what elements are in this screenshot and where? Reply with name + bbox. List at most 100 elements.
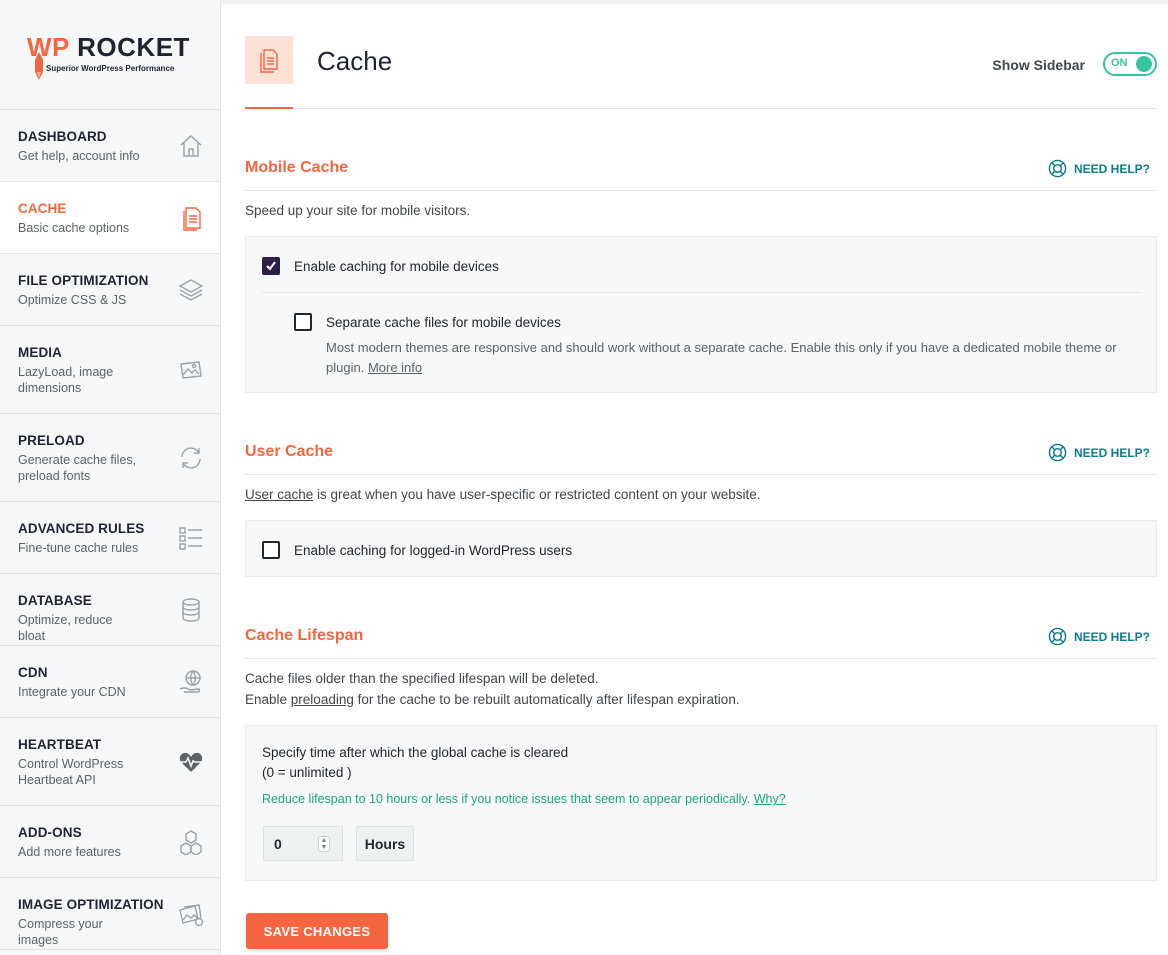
need-help-label: NEED HELP? xyxy=(1073,445,1150,460)
sidebar-item-subtitle: Add more features xyxy=(18,845,121,859)
user-cache-header: User Cache NEED HELP? xyxy=(245,439,1157,475)
sidebar-item-subtitle: Compress your images xyxy=(18,917,103,947)
sidebar: WP ROCKET Superior WordPress Performance… xyxy=(0,0,221,955)
sidebar-item-heartbeat[interactable]: HEARTBEAT Control WordPress Heartbeat AP… xyxy=(0,718,220,806)
user-cache-link[interactable]: User cache xyxy=(245,487,313,502)
separate-cache-help-text: Most modern themes are responsive and sh… xyxy=(326,340,1117,375)
lifespan-desc-pre: Enable xyxy=(245,692,291,707)
header-icon-underline xyxy=(245,107,293,109)
sidebar-item-preload[interactable]: PRELOAD Generate cache files, preload fo… xyxy=(0,414,220,502)
need-help-label: NEED HELP? xyxy=(1073,629,1150,644)
sidebar-item-title: DATABASE xyxy=(18,593,92,608)
user-cache-desc-text: is great when you have user-specific or … xyxy=(313,487,761,502)
lifespan-number-input[interactable]: 0 ▲ ▼ xyxy=(263,826,343,861)
enable-mobile-cache-option[interactable]: Enable caching for mobile devices xyxy=(262,257,499,275)
enable-user-cache-option[interactable]: Enable caching for logged-in WordPress u… xyxy=(262,541,572,559)
rocket-icon xyxy=(35,52,43,80)
lifespan-desc-line2: Enable preloading for the cache to be re… xyxy=(245,689,740,710)
lifespan-desc-post: for the cache to be rebuilt automaticall… xyxy=(353,692,740,707)
database-icon xyxy=(178,597,204,623)
separate-mobile-cache-checkbox[interactable] xyxy=(294,313,312,331)
home-icon xyxy=(178,133,204,159)
preloading-link[interactable]: preloading xyxy=(291,692,354,707)
images-icon xyxy=(178,901,204,927)
sidebar-item-subtitle: Optimize, reduce bloat xyxy=(18,613,113,643)
separate-mobile-cache-label: Separate cache files for mobile devices xyxy=(326,314,561,330)
refresh-icon xyxy=(178,445,204,471)
sidebar-item-add-ons[interactable]: ADD-ONS Add more features xyxy=(0,806,220,878)
mobile-cache-panel: Enable caching for mobile devices Separa… xyxy=(245,236,1157,393)
sidebar-item-cache[interactable]: CACHE Basic cache options xyxy=(0,182,220,254)
section-title: User Cache xyxy=(245,443,334,460)
separate-mobile-cache-description: Most modern themes are responsive and sh… xyxy=(326,338,1141,378)
image-icon xyxy=(178,357,204,383)
sidebar-item-subtitle: Fine-tune cache rules xyxy=(18,541,139,555)
sidebar-item-title: HEARTBEAT xyxy=(18,737,102,752)
enable-user-cache-checkbox[interactable] xyxy=(262,541,280,559)
top-strip xyxy=(221,0,1168,4)
sidebar-item-database[interactable]: DATABASE Optimize, reduce bloat xyxy=(0,574,220,646)
cache-lifespan-panel: Specify time after which the global cach… xyxy=(245,725,1157,881)
sidebar-item-title: MEDIA xyxy=(18,345,62,360)
sidebar-item-title: DASHBOARD xyxy=(18,129,107,144)
lifespan-field-label: Specify time after which the global cach… xyxy=(262,743,568,783)
save-changes-button[interactable]: SAVE CHANGES xyxy=(246,913,388,949)
layers-icon xyxy=(178,277,204,303)
mobile-cache-description: Speed up your site for mobile visitors. xyxy=(245,203,471,218)
sidebar-item-subtitle: Integrate your CDN xyxy=(18,685,126,699)
logo-tagline: Superior WordPress Performance xyxy=(46,64,175,73)
sidebar-item-title: FILE OPTIMIZATION xyxy=(18,273,149,288)
spinner-down-icon[interactable]: ▼ xyxy=(321,844,328,851)
section-title: Cache Lifespan xyxy=(245,627,364,644)
need-help-link[interactable]: NEED HELP? xyxy=(1048,159,1150,178)
sidebar-item-media[interactable]: MEDIA LazyLoad, image dimensions xyxy=(0,326,220,414)
sidebar-item-title: IMAGE OPTIMIZATION xyxy=(18,897,164,912)
enable-mobile-cache-checkbox[interactable] xyxy=(262,257,280,275)
lifebuoy-icon xyxy=(1048,159,1067,178)
number-spinner[interactable]: ▲ ▼ xyxy=(318,836,330,852)
section-title: Mobile Cache xyxy=(245,159,349,176)
toggle-knob xyxy=(1136,56,1152,72)
sidebar-item-subtitle: Get help, account info xyxy=(18,149,140,163)
sidebar-item-title: ADD-ONS xyxy=(18,825,82,840)
checkmark-icon xyxy=(266,261,276,271)
show-sidebar-toggle[interactable]: ON xyxy=(1103,52,1157,76)
page-title: Cache xyxy=(317,46,393,76)
cache-lifespan-header: Cache Lifespan NEED HELP? xyxy=(245,623,1157,659)
logo-rocket: ROCKET xyxy=(77,32,190,62)
sidebar-item-cdn[interactable]: CDN Integrate your CDN xyxy=(0,646,220,718)
lifebuoy-icon xyxy=(1048,443,1067,462)
sidebar-item-image-optimization[interactable]: IMAGE OPTIMIZATION Compress your images xyxy=(0,878,220,950)
show-sidebar-label: Show Sidebar xyxy=(992,57,1085,73)
lifespan-desc-line1: Cache files older than the specified lif… xyxy=(245,671,599,686)
mobile-cache-header: Mobile Cache NEED HELP? xyxy=(245,155,1157,191)
sidebar-item-subtitle: Optimize CSS & JS xyxy=(18,293,127,307)
enable-user-cache-label: Enable caching for logged-in WordPress u… xyxy=(294,542,573,558)
sidebar-item-subtitle: Generate cache files, preload fonts xyxy=(18,453,137,483)
wp-rocket-logo[interactable]: WP ROCKET Superior WordPress Performance xyxy=(0,0,220,110)
sidebar-item-title: CDN xyxy=(18,665,48,680)
divider xyxy=(262,292,1140,293)
lifespan-unit-select[interactable]: Hours xyxy=(356,826,414,861)
separate-mobile-cache-option[interactable]: Separate cache files for mobile devices xyxy=(294,313,561,331)
toggle-state-label: ON xyxy=(1111,57,1128,69)
sidebar-item-file-optimization[interactable]: FILE OPTIMIZATION Optimize CSS & JS xyxy=(0,254,220,326)
sidebar-item-subtitle: LazyLoad, image dimensions xyxy=(18,365,114,395)
need-help-link[interactable]: NEED HELP? xyxy=(1048,443,1150,462)
why-link[interactable]: Why? xyxy=(754,792,786,806)
lifespan-field-label-text: Specify time after which the global cach… xyxy=(262,745,569,760)
sidebar-item-advanced-rules[interactable]: ADVANCED RULES Fine-tune cache rules xyxy=(0,502,220,574)
lifespan-warning-note: Reduce lifespan to 10 hours or less if y… xyxy=(262,792,786,806)
user-cache-description: User cache is great when you have user-s… xyxy=(245,484,761,505)
sidebar-item-subtitle: Control WordPress Heartbeat API xyxy=(18,757,124,787)
spinner-up-icon[interactable]: ▲ xyxy=(321,837,328,844)
sidebar-item-dashboard[interactable]: DASHBOARD Get help, account info xyxy=(0,110,220,182)
cache-lifespan-description: Cache files older than the specified lif… xyxy=(245,668,740,710)
heartbeat-icon xyxy=(178,749,204,775)
lifebuoy-icon xyxy=(1048,627,1067,646)
need-help-label: NEED HELP? xyxy=(1073,161,1150,176)
sidebar-item-title: CACHE xyxy=(18,201,67,216)
need-help-link[interactable]: NEED HELP? xyxy=(1048,627,1150,646)
lifespan-warning-text: Reduce lifespan to 10 hours or less if y… xyxy=(262,792,751,806)
more-info-link[interactable]: More info xyxy=(368,360,422,375)
